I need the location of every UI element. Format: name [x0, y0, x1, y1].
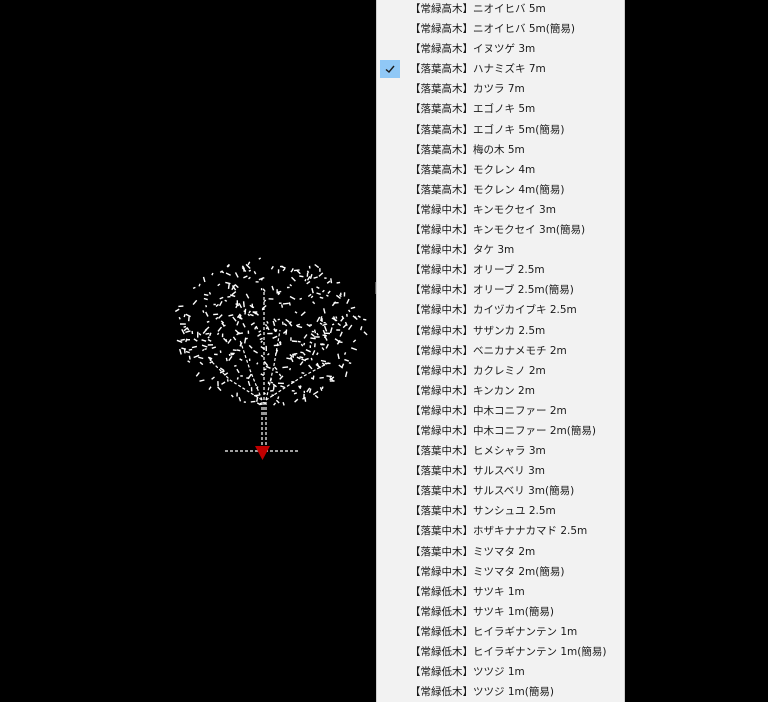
menu-item[interactable]: 【落葉中木】ミツマタ 2m: [377, 542, 624, 562]
menu-item-label: 【落葉中木】ミツマタ 2m: [410, 545, 536, 558]
menu-item-label: 【常緑低木】ヒイラギナンテン 1m: [410, 625, 578, 638]
menu-item-label: 【常緑中木】キンモクセイ 3m(簡易): [410, 224, 586, 237]
menu-item-label: 【落葉中木】サルスベリ 3m(簡易): [410, 485, 575, 498]
menu-item-label: 【常緑低木】ヒイラギナンテン 1m(簡易): [410, 646, 607, 658]
menu-item-label: 【落葉高木】モクレン 4m: [410, 163, 536, 176]
menu-item[interactable]: 【常緑中木】タケ 3m: [377, 240, 624, 260]
menu-item[interactable]: 【落葉中木】ホザキナナカマド 2.5m: [377, 521, 624, 541]
menu-item-label: 【常緑中木】オリーブ 2.5m(簡易): [410, 284, 574, 297]
menu-item[interactable]: 【常緑低木】ヒイラギナンテン 1m(簡易): [377, 642, 624, 662]
menu-item[interactable]: 【常緑高木】イヌツゲ 3m: [377, 39, 624, 59]
menu-item-label: 【落葉高木】ハナミズキ 7m: [410, 63, 546, 76]
menu-item-label: 【落葉高木】エゴノキ 5m: [410, 103, 536, 116]
menu-item-label: 【落葉高木】梅の木 5m: [410, 143, 525, 156]
menu-item-label: 【常緑高木】イヌツゲ 3m: [410, 43, 536, 56]
menu-item[interactable]: 【常緑中木】カイヅカイブキ 2.5m: [377, 300, 624, 320]
menu-item[interactable]: 【常緑低木】ツツジ 1m(簡易): [377, 682, 624, 702]
menu-item[interactable]: 【常緑中木】ミツマタ 2m(簡易): [377, 562, 624, 582]
menu-item[interactable]: 【常緑中木】キンモクセイ 3m: [377, 200, 624, 220]
menu-item[interactable]: 【落葉高木】モクレン 4m(簡易): [377, 180, 624, 200]
menu-item[interactable]: 【常緑中木】キンカン 2m: [377, 381, 624, 401]
menu-item[interactable]: 【落葉中木】サンシュユ 2.5m: [377, 501, 624, 521]
menu-item[interactable]: 【常緑低木】サツキ 1m: [377, 582, 624, 602]
menu-item[interactable]: 【常緑中木】ベニカナメモチ 2m: [377, 341, 624, 361]
menu-item-label: 【常緑低木】ツツジ 1m(簡易): [410, 686, 554, 699]
menu-item[interactable]: 【常緑中木】カクレミノ 2m: [377, 361, 624, 381]
menu-item-label: 【落葉高木】モクレン 4m(簡易): [410, 183, 565, 196]
menu-item[interactable]: 【常緑中木】中木コニファー 2m: [377, 401, 624, 421]
menu-item[interactable]: 【常緑低木】ヒイラギナンテン 1m: [377, 622, 624, 642]
menu-item[interactable]: 【落葉高木】ハナミズキ 7m: [377, 59, 624, 79]
menu-item-label: 【常緑低木】サツキ 1m(簡易): [410, 605, 554, 618]
menu-item[interactable]: 【常緑高木】ニオイヒバ 5m: [377, 0, 624, 19]
checkmark-icon: [380, 60, 400, 79]
menu-item-label: 【常緑中木】タケ 3m: [410, 244, 515, 257]
menu-item[interactable]: 【常緑低木】ツツジ 1m: [377, 662, 624, 682]
menu-item-label: 【落葉中木】サルスベリ 3m: [410, 465, 546, 478]
menu-item[interactable]: 【落葉高木】梅の木 5m: [377, 140, 624, 160]
insertion-point-marker: [255, 446, 270, 460]
menu-item-label: 【常緑中木】カイヅカイブキ 2.5m: [410, 304, 577, 317]
menu-item[interactable]: 【常緑中木】オリーブ 2.5m: [377, 260, 624, 280]
menu-item-label: 【常緑中木】ベニカナメモチ 2m: [410, 344, 567, 357]
menu-item-label: 【落葉中木】ヒメシャラ 3m: [410, 445, 546, 458]
menu-item[interactable]: 【常緑中木】中木コニファー 2m(簡易): [377, 421, 624, 441]
menu-item-label: 【常緑中木】中木コニファー 2m(簡易): [410, 424, 596, 437]
menu-item-label: 【常緑中木】キンモクセイ 3m: [410, 203, 556, 216]
menu-item-label: 【常緑中木】中木コニファー 2m: [410, 404, 567, 417]
menu-item[interactable]: 【落葉高木】モクレン 4m: [377, 160, 624, 180]
tree-type-dropdown-menu[interactable]: 【常緑高木】ニオイヒバ 5m 【常緑高木】ニオイヒバ 5m(簡易) 【常緑高木】イヌ…: [376, 0, 625, 702]
menu-item[interactable]: 【落葉高木】カツラ 7m: [377, 79, 624, 99]
menu-item[interactable]: 【落葉中木】サルスベリ 3m: [377, 461, 624, 481]
menu-item[interactable]: 【常緑低木】サツキ 1m(簡易): [377, 602, 624, 622]
menu-item-label: 【落葉高木】カツラ 7m: [410, 83, 525, 96]
menu-item-label: 【常緑中木】キンカン 2m: [410, 384, 535, 397]
menu-item-label: 【常緑低木】ツツジ 1m: [410, 666, 525, 679]
menu-item[interactable]: 【常緑中木】オリーブ 2.5m(簡易): [377, 280, 624, 300]
menu-item[interactable]: 【落葉高木】エゴノキ 5m: [377, 99, 624, 119]
menu-item-label: 【常緑高木】ニオイヒバ 5m(簡易): [410, 23, 575, 36]
menu-item[interactable]: 【落葉中木】ヒメシャラ 3m: [377, 441, 624, 461]
menu-item-label: 【常緑高木】ニオイヒバ 5m: [410, 3, 546, 15]
menu-item[interactable]: 【常緑中木】キンモクセイ 3m(簡易): [377, 220, 624, 240]
menu-item-label: 【常緑低木】サツキ 1m: [410, 585, 525, 598]
menu-item-label: 【常緑中木】ミツマタ 2m(簡易): [410, 565, 565, 578]
menu-item-label: 【落葉高木】エゴノキ 5m(簡易): [410, 123, 565, 136]
menu-item-label: 【落葉中木】サンシュユ 2.5m: [410, 505, 556, 518]
menu-item[interactable]: 【落葉高木】エゴノキ 5m(簡易): [377, 120, 624, 140]
menu-item-label: 【常緑中木】カクレミノ 2m: [410, 364, 546, 377]
menu-item[interactable]: 【常緑高木】ニオイヒバ 5m(簡易): [377, 19, 624, 39]
menu-item[interactable]: 【常緑中木】サザンカ 2.5m: [377, 321, 624, 341]
menu-item[interactable]: 【落葉中木】サルスベリ 3m(簡易): [377, 481, 624, 501]
menu-item-label: 【常緑中木】サザンカ 2.5m: [410, 324, 546, 337]
menu-item-label: 【常緑中木】オリーブ 2.5m: [410, 264, 545, 277]
tree-elevation-icon: [174, 257, 368, 460]
menu-item-label: 【落葉中木】ホザキナナカマド 2.5m: [410, 525, 588, 538]
